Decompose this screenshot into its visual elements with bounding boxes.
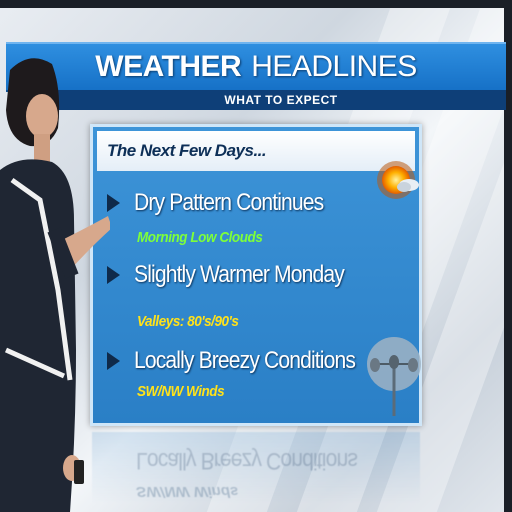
forecast-item: Dry Pattern Continues <box>107 189 349 217</box>
forecast-item-detail: SW/NW Winds <box>137 383 225 400</box>
forecast-item-text: Slightly Warmer Monday <box>134 261 345 288</box>
forecast-item-detail: Valleys: 80's/90's <box>137 313 239 330</box>
forecast-item: Locally Breezy Conditions <box>107 347 385 375</box>
reflection-text: Locally Breezy Conditions <box>136 447 358 474</box>
forecast-item-text: Dry Pattern Continues <box>134 189 324 216</box>
forecast-item: Slightly Warmer Monday <box>107 261 373 289</box>
forecast-item-text: Locally Breezy Conditions <box>134 347 356 374</box>
anemometer-icon <box>367 337 421 416</box>
subtitle-banner: WHAT TO EXPECT <box>56 90 506 110</box>
headline-title-light: HEADLINES <box>251 50 417 83</box>
forecast-item-detail: Morning Low Clouds <box>137 229 263 246</box>
panel-header: The Next Few Days... <box>97 131 415 171</box>
presenter-figure <box>0 58 110 512</box>
headline-title-bold: WEATHER <box>95 50 242 83</box>
headline-subtitle: WHAT TO EXPECT <box>224 93 338 107</box>
panel-reflection: SW/NW Winds Locally Breezy Conditions <box>92 432 420 504</box>
broadcast-background: WEATHER HEADLINES WHAT TO EXPECT The Nex… <box>0 0 512 512</box>
reflection-detail: SW/NW Winds <box>136 483 239 500</box>
frame-border-top <box>0 0 512 8</box>
sun-cloud-icon <box>377 161 419 199</box>
panel-heading: The Next Few Days... <box>107 141 267 160</box>
